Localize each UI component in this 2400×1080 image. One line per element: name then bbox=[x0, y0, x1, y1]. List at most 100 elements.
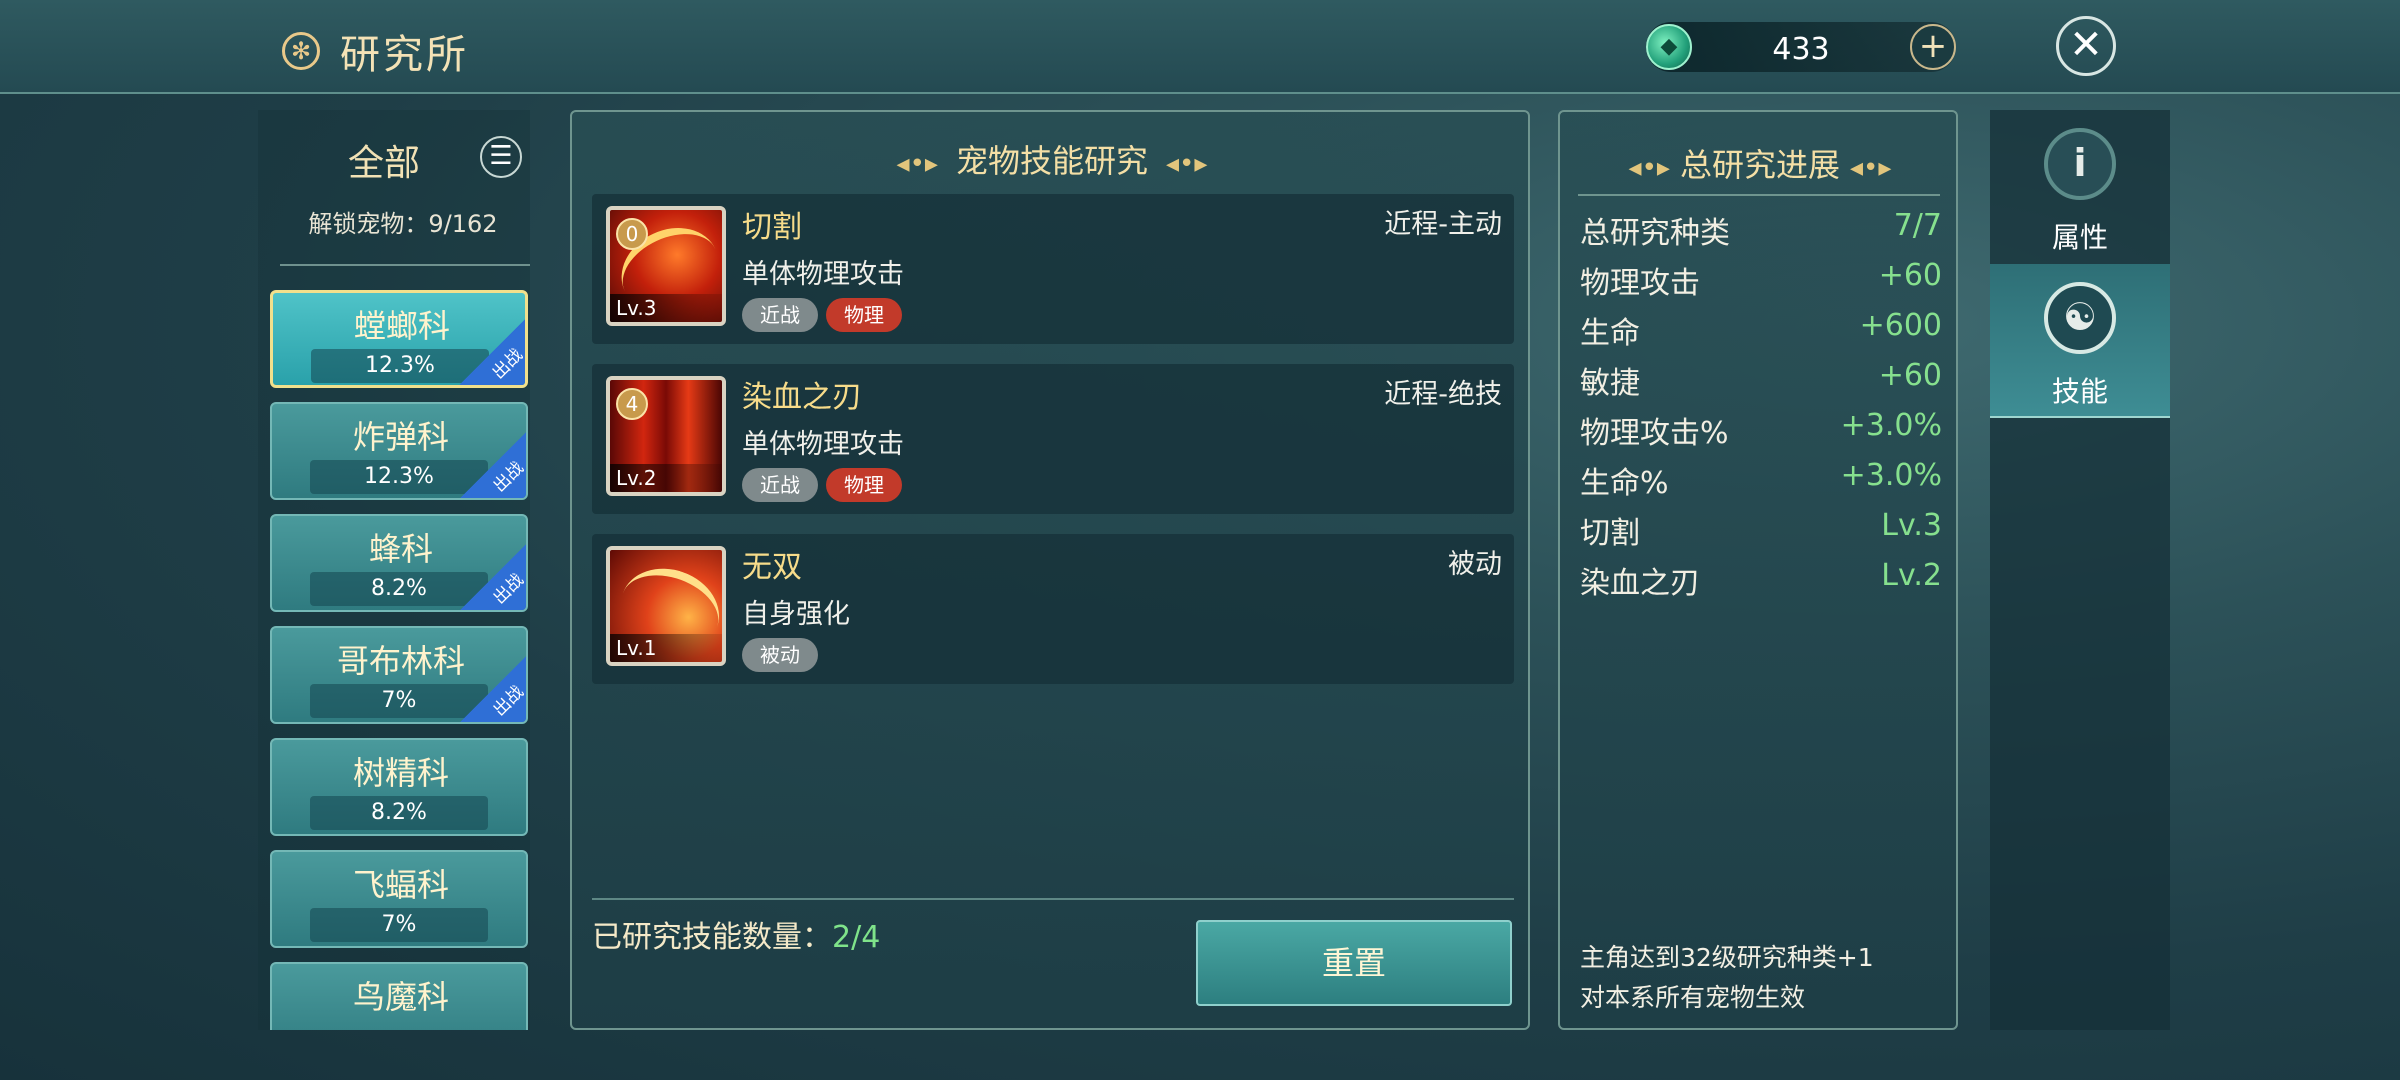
category-percent: 8.2% bbox=[310, 796, 488, 830]
category-item-treant[interactable]: 树精科 8.2% bbox=[270, 738, 528, 836]
skill-name: 染血之刃 bbox=[742, 380, 862, 415]
stat-value: Lv.3 bbox=[1881, 508, 1942, 543]
ornament-left-icon: ◂•▸ bbox=[896, 149, 938, 179]
stat-row: 敏捷 +60 bbox=[1580, 358, 1942, 408]
skill-badge: 4 bbox=[616, 388, 648, 420]
category-item-mantis[interactable]: 螳螂科 12.3% 出战 bbox=[270, 290, 528, 388]
stat-label: 切割 bbox=[1580, 516, 1640, 551]
currency-value: 433 bbox=[1772, 32, 1830, 67]
category-item-bat[interactable]: 飞蝠科 7% bbox=[270, 850, 528, 948]
skill-card-wushuang[interactable]: Lv.1 无双 被动 自身强化 被动 bbox=[592, 534, 1514, 684]
tag-melee: 近战 bbox=[742, 298, 818, 332]
category-item-birdfiend[interactable]: 鸟魔科 bbox=[270, 962, 528, 1030]
skill-level: Lv.3 bbox=[610, 294, 722, 322]
stat-value: +60 bbox=[1878, 358, 1942, 393]
tab-attributes[interactable]: i 属性 bbox=[1990, 110, 2170, 264]
deployed-flag: 出战 bbox=[457, 317, 527, 385]
deployed-flag: 出战 bbox=[458, 654, 528, 722]
ornament-right-icon: ◂•▸ bbox=[1850, 153, 1892, 183]
menu-icon[interactable]: ☰ bbox=[480, 136, 522, 178]
research-summary-panel: ◂•▸ 总研究进展 ◂•▸ 总研究种类 7/7 物理攻击 +60 生命 +600 敏… bbox=[1558, 110, 1958, 1030]
panel-title-group: ◂•▸ 宠物技能研究 ◂•▸ bbox=[572, 136, 1532, 182]
category-item-goblin[interactable]: 哥布林科 7% 出战 bbox=[270, 626, 528, 724]
researched-count: 已研究技能数量：2/4 bbox=[592, 912, 880, 956]
category-name: 鸟魔科 bbox=[352, 978, 449, 1016]
tag-physical: 物理 bbox=[826, 468, 902, 502]
skill-badge: 0 bbox=[616, 218, 648, 250]
panel-title: 宠物技能研究 bbox=[955, 142, 1148, 180]
summary-note-line1: 主角达到32级研究种类+1 bbox=[1580, 943, 1874, 972]
stat-value: 7/7 bbox=[1893, 208, 1942, 243]
deployed-flag-label: 出战 bbox=[488, 345, 527, 384]
category-list[interactable]: 螳螂科 12.3% 出战 炸弹科 12.3% 出战 蜂科 8.2% 出战 哥布林… bbox=[270, 290, 532, 1030]
category-item-bee[interactable]: 蜂科 8.2% 出战 bbox=[270, 514, 528, 612]
skill-type: 被动 bbox=[1448, 549, 1502, 580]
unlock-count: 解锁宠物：9/162 bbox=[308, 210, 498, 238]
summary-divider bbox=[1578, 194, 1940, 196]
stat-row: 总研究种类 7/7 bbox=[1580, 208, 1942, 258]
stat-value: +60 bbox=[1878, 258, 1942, 293]
category-percent: 7% bbox=[310, 908, 488, 942]
skill-tags: 近战 物理 bbox=[742, 468, 910, 502]
stat-label: 物理攻击% bbox=[1580, 416, 1729, 451]
panel-divider bbox=[592, 898, 1514, 900]
stat-row: 物理攻击% +3.0% bbox=[1580, 408, 1942, 458]
green-gem-icon: ◆ bbox=[1646, 24, 1692, 70]
stat-row: 生命% +3.0% bbox=[1580, 458, 1942, 508]
deployed-flag-label: 出战 bbox=[489, 682, 528, 721]
skill-icon-wushuang: Lv.1 bbox=[606, 546, 726, 666]
skill-card-ranxuezhiren[interactable]: 4 Lv.2 染血之刃 近程-绝技 单体物理攻击 近战 物理 bbox=[592, 364, 1514, 514]
sidebar-title: 全部 bbox=[348, 143, 421, 184]
reset-button[interactable]: 重置 bbox=[1196, 920, 1512, 1006]
deployed-flag: 出战 bbox=[458, 542, 528, 610]
skill-name: 切割 bbox=[742, 210, 802, 245]
category-name: 树精科 bbox=[352, 754, 449, 792]
tag-melee: 近战 bbox=[742, 468, 818, 502]
info-icon: i bbox=[2044, 128, 2116, 200]
category-sidebar: 全部 ☰ 解锁宠物：9/162 螳螂科 12.3% 出战 炸弹科 12.3% 出… bbox=[258, 110, 530, 1030]
skill-level: Lv.1 bbox=[610, 634, 722, 662]
page-title: 研究所 bbox=[340, 32, 469, 78]
add-currency-button[interactable]: + bbox=[1910, 24, 1956, 70]
stat-label: 物理攻击 bbox=[1580, 266, 1700, 301]
stat-row: 切割 Lv.3 bbox=[1580, 508, 1942, 558]
skill-tags: 被动 bbox=[742, 638, 826, 672]
sidebar-divider bbox=[280, 264, 530, 266]
stat-label: 生命% bbox=[1580, 466, 1669, 501]
summary-title-group: ◂•▸ 总研究进展 ◂•▸ bbox=[1560, 140, 1960, 186]
settings-icon: ✻ bbox=[282, 32, 320, 70]
researched-label: 已研究技能数量： bbox=[592, 920, 832, 955]
stat-value: +3.0% bbox=[1840, 408, 1942, 443]
stat-row: 物理攻击 +60 bbox=[1580, 258, 1942, 308]
tag-physical: 物理 bbox=[826, 298, 902, 332]
skill-icon: ☯ bbox=[2044, 282, 2116, 354]
skill-level: Lv.2 bbox=[610, 464, 722, 492]
deployed-flag-label: 出战 bbox=[489, 570, 528, 609]
skill-type: 近程-绝技 bbox=[1384, 379, 1502, 410]
skill-desc: 自身强化 bbox=[742, 599, 850, 630]
close-button[interactable]: ✕ bbox=[2056, 16, 2116, 76]
deployed-flag-label: 出战 bbox=[489, 458, 528, 497]
summary-note: 主角达到32级研究种类+1 对本系所有宠物生效 bbox=[1580, 938, 1874, 1018]
stat-label: 总研究种类 bbox=[1580, 216, 1730, 251]
researched-value: 2/4 bbox=[832, 920, 881, 955]
skill-card-qiege[interactable]: 0 Lv.3 切割 近程-主动 单体物理攻击 近战 物理 bbox=[592, 194, 1514, 344]
skill-type: 近程-主动 bbox=[1384, 209, 1502, 240]
deployed-flag: 出战 bbox=[458, 430, 528, 498]
stat-value: +600 bbox=[1859, 308, 1942, 343]
stat-value: +3.0% bbox=[1840, 458, 1942, 493]
currency-display: ◆ 433 + bbox=[1646, 22, 1956, 72]
tab-skills[interactable]: ☯ 技能 bbox=[1990, 264, 2170, 418]
stat-row: 生命 +600 bbox=[1580, 308, 1942, 358]
stat-label: 敏捷 bbox=[1580, 366, 1640, 401]
side-tabs: i 属性 ☯ 技能 bbox=[1990, 110, 2170, 1030]
skill-desc: 单体物理攻击 bbox=[742, 429, 904, 460]
skill-name: 无双 bbox=[742, 550, 802, 585]
category-name: 飞蝠科 bbox=[352, 866, 449, 904]
category-item-bomb[interactable]: 炸弹科 12.3% 出战 bbox=[270, 402, 528, 500]
ornament-left-icon: ◂•▸ bbox=[1628, 153, 1670, 183]
page-title-group: ✻ 研究所 bbox=[282, 22, 469, 80]
summary-note-line2: 对本系所有宠物生效 bbox=[1580, 983, 1806, 1012]
tab-label: 技能 bbox=[2051, 375, 2108, 408]
skill-icon-qiege: 0 Lv.3 bbox=[606, 206, 726, 326]
